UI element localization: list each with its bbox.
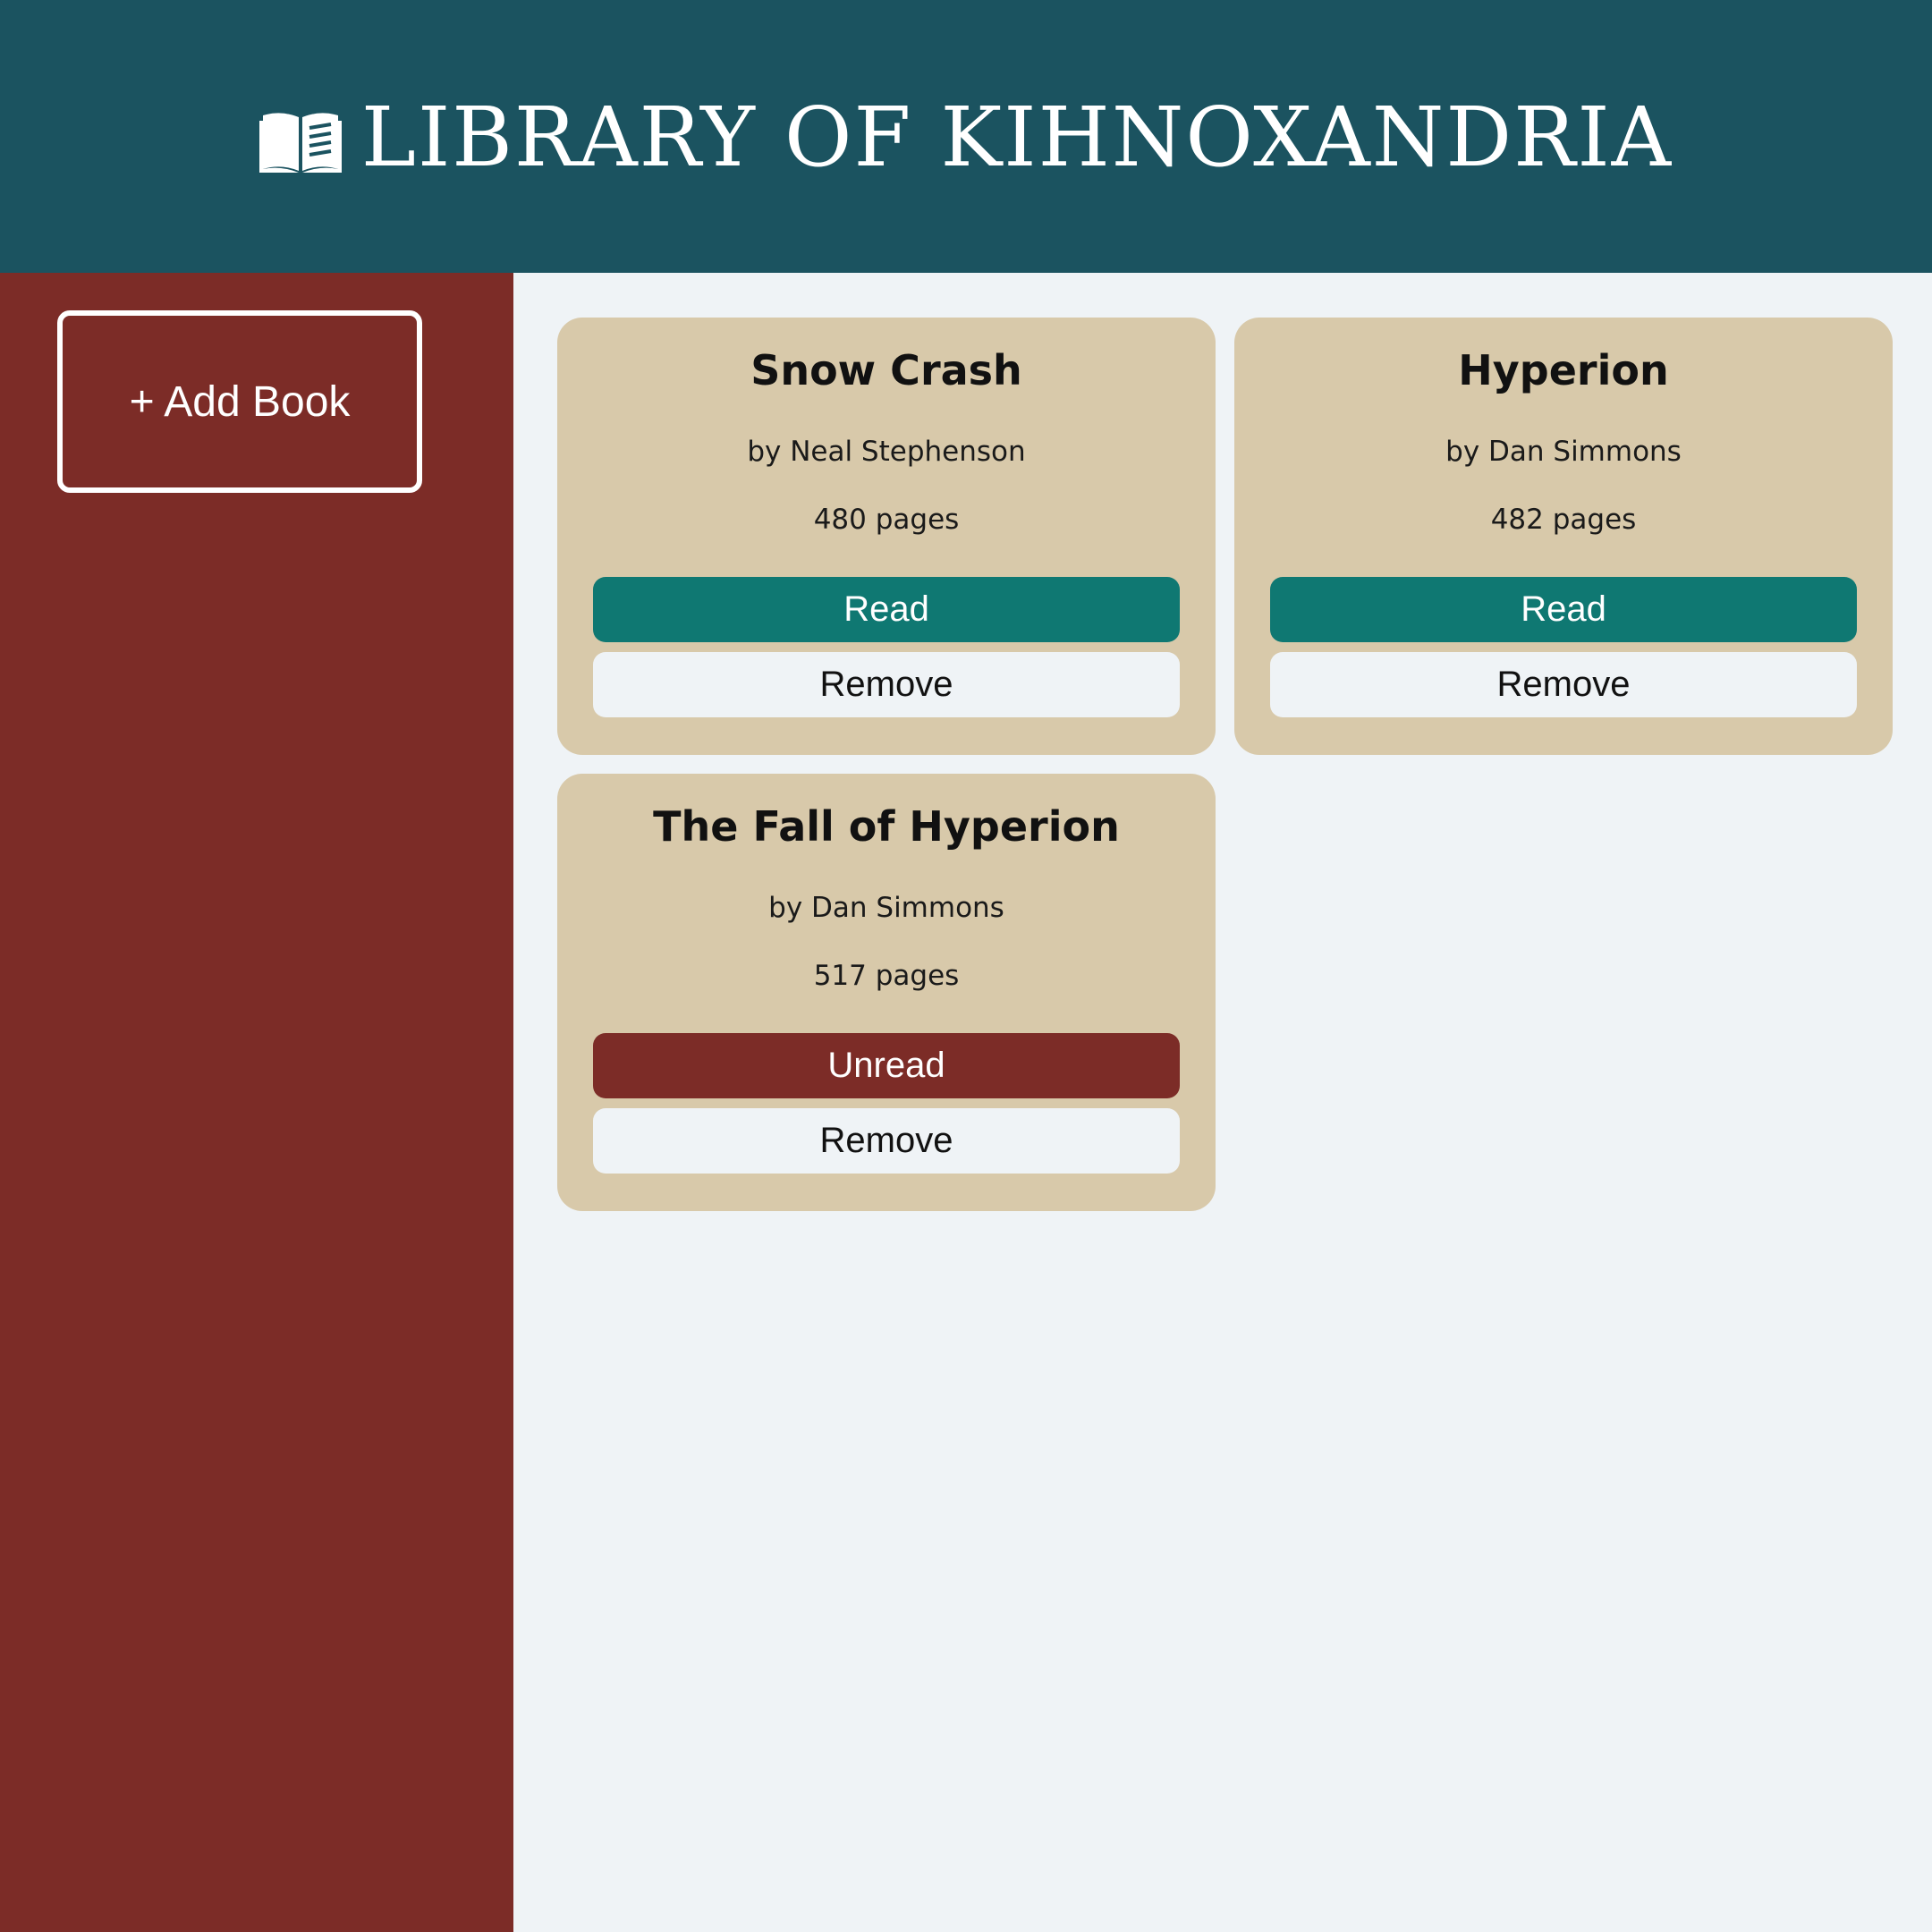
- read-status-button[interactable]: Read: [593, 577, 1180, 642]
- brand: LIBRARY OF KIHNOXANDRIA: [258, 89, 1674, 185]
- book-card: Snow Crash by Neal Stephenson 480 pages …: [557, 318, 1216, 755]
- app-header: LIBRARY OF KIHNOXANDRIA: [0, 0, 1932, 273]
- book-title: The Fall of Hyperion: [653, 802, 1120, 851]
- sidebar: + Add Book: [0, 273, 513, 1932]
- remove-button[interactable]: Remove: [593, 1108, 1180, 1174]
- book-pages: 482 pages: [1490, 504, 1637, 536]
- remove-button[interactable]: Remove: [593, 652, 1180, 717]
- book-author: by Dan Simmons: [768, 892, 1004, 924]
- page-title: LIBRARY OF KIHNOXANDRIA: [360, 89, 1674, 185]
- book-author: by Neal Stephenson: [747, 436, 1026, 468]
- book-grid: Snow Crash by Neal Stephenson 480 pages …: [513, 273, 1932, 1932]
- add-book-button[interactable]: + Add Book: [57, 310, 422, 493]
- unread-status-button[interactable]: Unread: [593, 1033, 1180, 1098]
- open-book-icon: [258, 112, 342, 173]
- book-pages: 480 pages: [813, 504, 960, 536]
- book-author: by Dan Simmons: [1445, 436, 1682, 468]
- book-pages: 517 pages: [813, 960, 960, 992]
- read-status-button[interactable]: Read: [1270, 577, 1857, 642]
- book-card: The Fall of Hyperion by Dan Simmons 517 …: [557, 774, 1216, 1211]
- book-title: Snow Crash: [750, 346, 1022, 394]
- remove-button[interactable]: Remove: [1270, 652, 1857, 717]
- book-card: Hyperion by Dan Simmons 482 pages Read R…: [1234, 318, 1893, 755]
- app-page: LIBRARY OF KIHNOXANDRIA + Add Book Snow …: [0, 0, 1932, 1932]
- book-title: Hyperion: [1458, 346, 1669, 394]
